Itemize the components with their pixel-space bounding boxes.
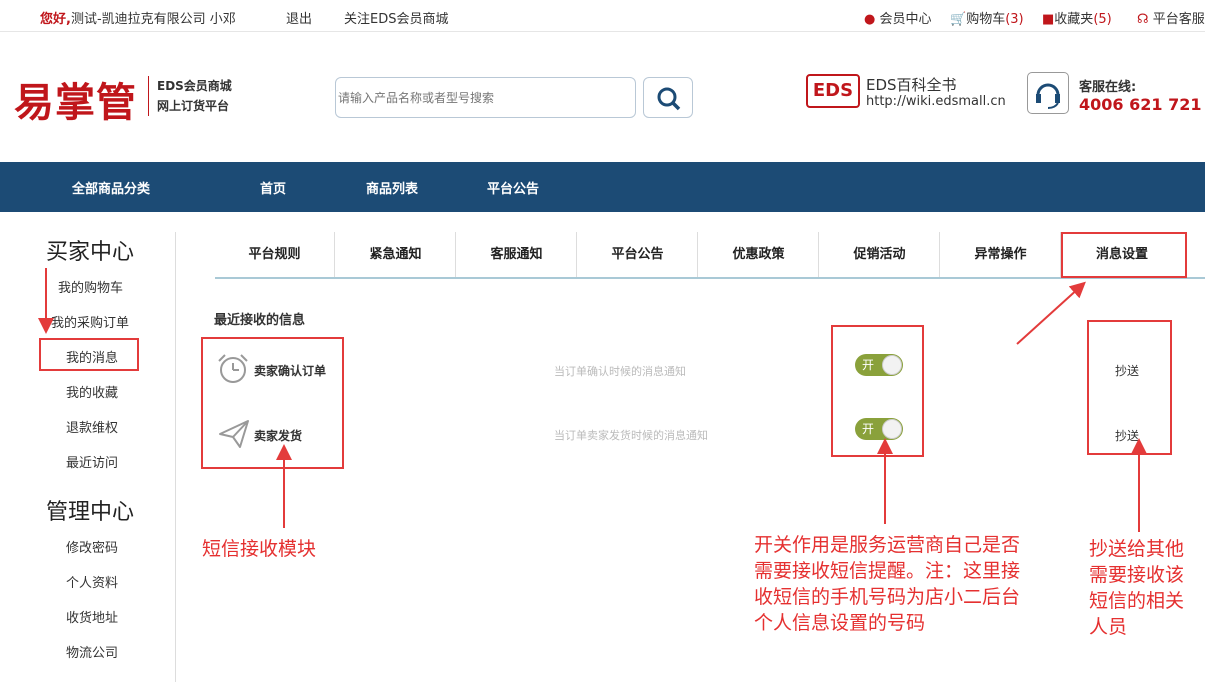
note-sms-module: 短信接收模块 xyxy=(202,538,317,560)
note-cc: 抄送给其他 需要接收该 短信的相关 人员 xyxy=(1089,538,1185,638)
annotation-arrows xyxy=(38,268,1147,532)
note-switch: 开关作用是服务运营商自己是否 需要接收短信提醒。注：这里接 收短信的手机号码为店小二… xyxy=(754,534,1021,634)
